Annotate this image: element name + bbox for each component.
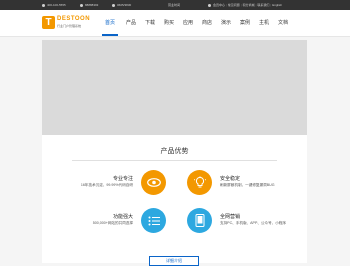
top-link-faq[interactable]: 常见问题 bbox=[228, 3, 240, 7]
nav-item-docs[interactable]: 文档 bbox=[276, 10, 290, 36]
top-bar: 400-100-5555 88888393 0605/3830 营业时间 会员中… bbox=[0, 0, 350, 10]
list-icon bbox=[141, 208, 166, 233]
nav-item-hosting[interactable]: 主机 bbox=[257, 10, 271, 36]
nav-item-apps[interactable]: 应用 bbox=[181, 10, 195, 36]
phone-icon bbox=[112, 3, 115, 7]
section-title: 产品优势 bbox=[160, 148, 189, 155]
advantages-section: 产品优势 专业专注 16年技术沉淀，99.99%代码自研 安全稳定 刷新屏蔽机制… bbox=[42, 135, 307, 266]
feature-desc: 16年技术沉淀，99.99%代码自研 bbox=[80, 183, 133, 187]
feature-title: 全网营销 bbox=[220, 214, 241, 220]
nav-item-cases[interactable]: 案例 bbox=[238, 10, 252, 36]
feature-marketing: 全网营销 支持PC、手机版、APP、公众号、小程序 bbox=[187, 208, 307, 238]
feature-title: 专业专注 bbox=[112, 176, 133, 182]
feature-desc: 500,000+网站的共同选择 bbox=[92, 221, 133, 225]
nav-item-demo[interactable]: 演示 bbox=[219, 10, 233, 36]
logo-name: DESTOON bbox=[57, 16, 91, 22]
phone-3: 0605/3830 bbox=[112, 0, 131, 10]
banner-image[interactable] bbox=[42, 40, 307, 135]
business-hours: 营业时间 bbox=[168, 3, 181, 7]
top-link-member[interactable]: 会员中心 bbox=[213, 3, 225, 7]
feature-title: 功能强大 bbox=[112, 214, 133, 220]
nav-item-download[interactable]: 下载 bbox=[143, 10, 157, 36]
eye-icon bbox=[141, 170, 166, 195]
logo-tagline: 行业门户管理系统 bbox=[57, 24, 82, 28]
top-link-english[interactable]: English bbox=[272, 3, 282, 7]
user-icon bbox=[208, 3, 211, 7]
nav-item-products[interactable]: 产品 bbox=[124, 10, 138, 36]
tablet-icon bbox=[187, 208, 212, 233]
feature-powerful: 功能强大 500,000+网站的共同选择 bbox=[46, 208, 166, 238]
feature-desc: 支持PC、手机版、APP、公众号、小程序 bbox=[220, 221, 287, 225]
logo[interactable]: T DESTOON 行业门户管理系统 bbox=[42, 14, 94, 33]
phone-icon bbox=[80, 3, 83, 7]
feature-professional: 专业专注 16年技术沉淀，99.99%代码自研 bbox=[46, 170, 166, 200]
section-divider bbox=[72, 160, 277, 161]
nav-item-store[interactable]: 商店 bbox=[200, 10, 214, 36]
phone-1: 400-100-5555 bbox=[42, 0, 66, 10]
feature-title: 安全稳定 bbox=[220, 176, 241, 182]
feature-security: 安全稳定 刷新屏蔽机制，一键修复漏洞BUG bbox=[187, 170, 307, 200]
phone-icon bbox=[42, 3, 45, 7]
feature-desc: 刷新屏蔽机制，一键修复漏洞BUG bbox=[220, 183, 275, 187]
header: T DESTOON 行业门户管理系统 首页 产品 下载 购买 应用 商店 演示 … bbox=[0, 10, 350, 37]
top-links: 会员中心 | 常见问题 | 积分商城 | 联系我们 | English bbox=[208, 0, 282, 10]
nav-item-buy[interactable]: 购买 bbox=[162, 10, 176, 36]
phone-2: 88888393 bbox=[80, 0, 98, 10]
top-link-contact[interactable]: 联系我们 bbox=[257, 3, 269, 7]
top-link-mall[interactable]: 积分商城 bbox=[243, 3, 255, 7]
nav-item-home[interactable]: 首页 bbox=[102, 10, 118, 36]
logo-icon: T bbox=[42, 16, 55, 29]
lightbulb-icon bbox=[187, 170, 212, 195]
more-details-button[interactable]: 详细介绍 bbox=[149, 256, 199, 266]
